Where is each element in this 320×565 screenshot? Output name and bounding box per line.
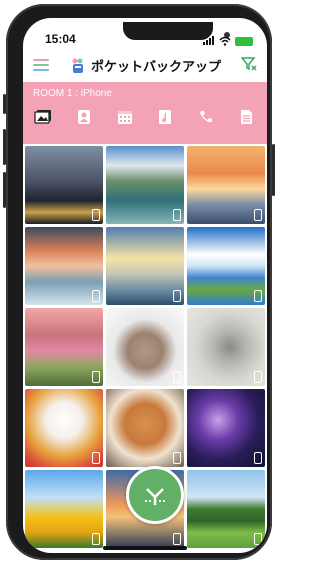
filter-icon[interactable] <box>241 56 257 72</box>
room-header: ROOM 1 : iPhone <box>23 82 267 144</box>
contacts-icon <box>77 110 90 124</box>
room-label: ROOM 1 : iPhone <box>33 88 112 99</box>
device-icon <box>173 533 181 545</box>
device-icon <box>173 209 181 221</box>
document-icon <box>241 110 253 124</box>
photo-thumbnail[interactable] <box>25 227 103 305</box>
photo-thumbnail[interactable] <box>106 389 184 467</box>
tab-documents[interactable] <box>238 108 256 126</box>
app-logo-icon <box>72 58 83 73</box>
tab-music[interactable] <box>156 108 174 126</box>
screen: 15:04 ポケットバックアップ ROOM 1: iPhone <box>23 18 267 553</box>
device-icon <box>254 371 262 383</box>
volume-up-button <box>3 129 6 165</box>
device-icon <box>92 371 100 383</box>
backup-icon <box>145 488 165 505</box>
photo-thumbnail[interactable] <box>25 389 103 467</box>
home-indicator <box>103 546 187 550</box>
device-icon <box>254 533 262 545</box>
tab-contacts[interactable] <box>75 108 93 126</box>
photo-thumbnail[interactable] <box>187 146 265 224</box>
photo-thumbnail[interactable] <box>25 470 103 548</box>
photo-thumbnail[interactable] <box>187 308 265 386</box>
backup-button[interactable] <box>126 466 184 524</box>
app-title-text: ポケットバックアップ <box>91 59 222 74</box>
battery-icon <box>235 36 253 46</box>
photo-thumbnail[interactable] <box>25 308 103 386</box>
tab-calendar[interactable] <box>116 108 134 126</box>
device-icon <box>173 371 181 383</box>
device-icon <box>92 209 100 221</box>
device-icon <box>173 452 181 464</box>
photos-icon <box>34 110 52 124</box>
device-icon <box>173 290 181 302</box>
tab-photos[interactable] <box>34 108 52 126</box>
music-icon <box>159 110 172 124</box>
status-time: 15:04 <box>45 32 76 46</box>
calendar-icon <box>117 111 132 124</box>
phone-frame: 15:04 ポケットバックアップ ROOM 1: iPhone <box>3 4 275 560</box>
device-icon <box>92 290 100 302</box>
device-icon <box>92 452 100 464</box>
device-icon <box>92 533 100 545</box>
device-icon <box>254 209 262 221</box>
photo-thumbnail[interactable] <box>187 389 265 467</box>
device-icon <box>254 290 262 302</box>
photo-thumbnail[interactable] <box>106 146 184 224</box>
mute-switch <box>3 94 6 114</box>
photo-thumbnail[interactable] <box>187 470 265 548</box>
photo-thumbnail[interactable] <box>106 227 184 305</box>
power-button <box>272 144 275 196</box>
device-icon <box>254 452 262 464</box>
photo-thumbnail[interactable] <box>25 146 103 224</box>
menu-icon[interactable] <box>33 56 49 74</box>
category-tabs <box>23 108 267 126</box>
phone-icon <box>199 111 212 123</box>
app-bar: ポケットバックアップ <box>23 48 267 80</box>
photo-thumbnail[interactable] <box>187 227 265 305</box>
photo-thumbnail[interactable] <box>106 308 184 386</box>
wifi-icon <box>219 36 231 46</box>
volume-down-button <box>3 172 6 208</box>
status-bar: 15:04 <box>23 18 267 46</box>
app-title: ポケットバックアップ <box>71 56 221 75</box>
tab-phone[interactable] <box>197 108 215 126</box>
